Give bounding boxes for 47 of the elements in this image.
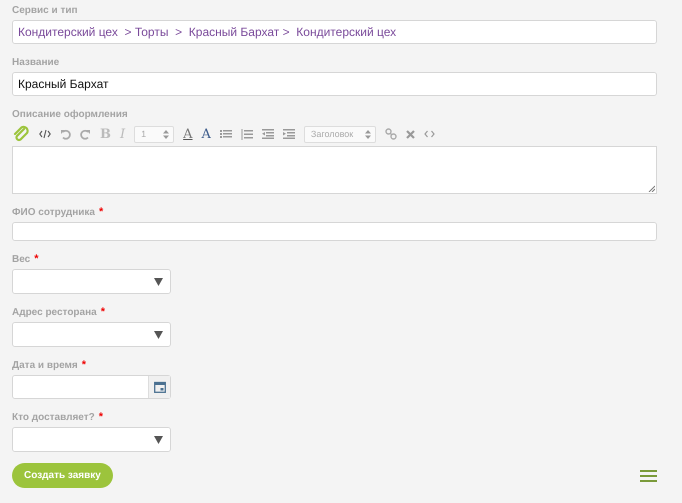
field-label: Дата и время: [12, 360, 78, 370]
undo-icon[interactable]: [60, 128, 71, 140]
text-field[interactable]: Красный Бархат: [12, 72, 657, 96]
required-mark: *: [34, 253, 38, 265]
numbered-list-icon[interactable]: [240, 128, 253, 140]
breadcrumb-field[interactable]: Кондитерский цех > Торты > Красный Бархат > Кондитерский цех: [12, 20, 657, 44]
required-mark: *: [99, 206, 104, 218]
spinner-arrows-icon: [364, 130, 371, 138]
bullet-list-icon[interactable]: [220, 129, 232, 139]
toolbar-dropdown[interactable]: 1: [134, 126, 174, 142]
paperclip-icon[interactable]: [12, 125, 30, 143]
dropdown-arrow-icon: [154, 278, 163, 286]
spinner-arrows-icon: [163, 130, 170, 138]
angle-brackets-icon[interactable]: [424, 130, 435, 138]
indent-icon[interactable]: [282, 129, 295, 139]
format-button[interactable]: B: [100, 126, 111, 142]
code-icon[interactable]: [39, 129, 51, 139]
dropdown[interactable]: [12, 269, 171, 294]
field-label: Адрес ресторана: [12, 306, 97, 318]
dropdown-arrow-icon: [154, 330, 163, 338]
field-label: Название: [12, 56, 60, 68]
eraser-icon[interactable]: [406, 130, 415, 138]
date-field[interactable]: [12, 375, 171, 399]
link-icon[interactable]: [384, 128, 397, 140]
text-field[interactable]: [12, 222, 657, 241]
required-mark: *: [98, 411, 104, 423]
field-label: Кто доставляет?: [12, 412, 95, 422]
menu-icon[interactable]: [640, 470, 657, 482]
field-label: Описание оформления: [12, 108, 128, 120]
format-button[interactable]: I: [120, 126, 126, 142]
submit-button[interactable]: Создать заявку: [12, 463, 113, 488]
dropdown-arrow-icon: [154, 436, 163, 444]
required-mark: *: [100, 306, 105, 318]
calendar-button[interactable]: [148, 376, 170, 398]
toolbar-dropdown[interactable]: Заголовок: [304, 126, 376, 142]
dropdown[interactable]: [12, 427, 171, 452]
outdent-icon[interactable]: [262, 129, 274, 139]
format-button[interactable]: A: [183, 126, 193, 142]
field-label: ФИО сотрудника: [12, 206, 95, 218]
format-button[interactable]: A: [202, 126, 211, 142]
dropdown[interactable]: [12, 322, 171, 347]
field-label: Сервис и тип: [12, 4, 78, 16]
redo-icon[interactable]: [80, 128, 91, 140]
resize-grip-icon[interactable]: [648, 185, 655, 192]
required-mark: *: [82, 359, 86, 371]
field-label: Вес: [12, 254, 30, 264]
calendar-icon: [154, 381, 166, 393]
